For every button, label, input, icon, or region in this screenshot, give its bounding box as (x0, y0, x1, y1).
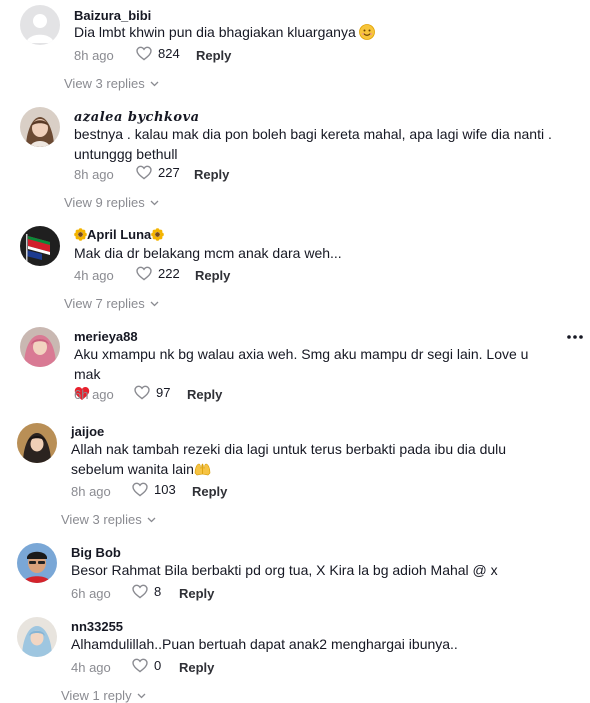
heart-outline-icon (132, 584, 148, 599)
comment-timestamp: 6h ago (74, 387, 114, 402)
comment-timestamp: 4h ago (71, 660, 111, 675)
comment-text-body: Aku xmampu nk bg walau axia weh. Smg aku… (74, 346, 529, 382)
view-replies-button[interactable]: View 7 replies (64, 296, 159, 311)
user-photo-avatar (17, 543, 57, 583)
reply-button[interactable]: Reply (179, 586, 214, 601)
view-replies-button[interactable]: View 9 replies (64, 195, 159, 210)
avatar[interactable] (20, 107, 60, 147)
comment-timestamp: 4h ago (74, 268, 114, 283)
like-count: 103 (154, 482, 176, 497)
chevron-down-icon (150, 301, 159, 306)
view-replies-label: View 9 replies (64, 195, 145, 210)
comment-timestamp: 8h ago (74, 167, 114, 182)
like-button[interactable]: 103 (132, 482, 176, 497)
avatar[interactable] (17, 617, 57, 657)
like-count: 222 (158, 266, 180, 281)
reply-button[interactable]: Reply (179, 660, 214, 675)
reply-button[interactable]: Reply (195, 268, 230, 283)
comment-text: Dia lmbt khwin pun dia bhagiakan kluarga… (74, 22, 554, 42)
heart-outline-icon (134, 385, 150, 400)
smiling-face-icon (358, 24, 375, 40)
comment-text: Alhamdulillah..Puan bertuah dapat anak2 … (71, 636, 458, 652)
comment-username[interactable]: azalea bychkova (74, 110, 200, 125)
comment-username-text: April Luna (87, 227, 152, 242)
user-photo-avatar (17, 423, 57, 463)
reply-button[interactable]: Reply (187, 387, 222, 402)
like-count: 227 (158, 165, 180, 180)
view-replies-label: View 3 replies (61, 512, 142, 527)
chevron-down-icon (150, 200, 159, 205)
avatar[interactable] (20, 226, 60, 266)
chevron-down-icon (150, 81, 159, 86)
like-button[interactable]: 824 (136, 46, 180, 61)
sunflower-icon (74, 228, 87, 241)
view-replies-label: View 3 replies (64, 76, 145, 91)
comment-timestamp: 8h ago (71, 484, 111, 499)
comment-username[interactable]: Big Bob (71, 545, 121, 560)
heart-outline-icon (136, 266, 152, 281)
user-photo-avatar (17, 617, 57, 657)
like-button[interactable]: 222 (136, 266, 180, 281)
comment-username[interactable]: jaijoe (71, 424, 104, 439)
like-button[interactable]: 0 (132, 658, 161, 673)
comment-text-body: Allah nak tambah rezeki dia lagi untuk t… (71, 441, 507, 477)
comment-username[interactable]: nn33255 (71, 619, 123, 634)
like-count: 0 (154, 658, 162, 673)
heart-outline-icon (136, 46, 152, 61)
comment-text-body: Dia lmbt khwin pun dia bhagiakan kluarga… (74, 24, 356, 40)
user-photo-avatar (20, 327, 60, 367)
comment-username[interactable]: April Luna (74, 227, 165, 242)
like-button[interactable]: 97 (134, 385, 170, 400)
like-count: 824 (158, 46, 180, 61)
comment-username[interactable]: merieya88 (74, 329, 138, 344)
palms-up-icon (194, 463, 211, 476)
more-horizontal-icon[interactable] (565, 332, 585, 342)
chevron-down-icon (147, 517, 156, 522)
comment-text: Mak dia dr belakang mcm anak dara weh... (74, 245, 342, 261)
avatar[interactable] (20, 327, 60, 367)
comment-text: Besor Rahmat Bila berbakti pd org tua, X… (71, 562, 498, 578)
like-button[interactable]: 227 (136, 165, 180, 180)
heart-outline-icon (132, 482, 148, 497)
comment-text: Allah nak tambah rezeki dia lagi untuk t… (71, 439, 551, 479)
comment-text: bestnya . kalau mak dia pon boleh bagi k… (74, 126, 552, 162)
reply-button[interactable]: Reply (192, 484, 227, 499)
reply-button[interactable]: Reply (194, 167, 229, 182)
view-replies-button[interactable]: View 3 replies (64, 76, 159, 91)
like-count: 97 (156, 385, 171, 400)
user-photo-avatar (20, 107, 60, 147)
avatar[interactable] (20, 5, 60, 45)
reply-button[interactable]: Reply (196, 48, 231, 63)
comment-username[interactable]: Baizura_bibi (74, 8, 151, 23)
avatar[interactable] (17, 423, 57, 463)
comment-timestamp: 8h ago (74, 48, 114, 63)
default-avatar-icon (20, 5, 60, 45)
view-replies-button[interactable]: View 3 replies (61, 512, 156, 527)
view-replies-label: View 7 replies (64, 296, 145, 311)
avatar[interactable] (17, 543, 57, 583)
flag-avatar (20, 226, 60, 266)
like-button[interactable]: 8 (132, 584, 161, 599)
sunflower-icon (151, 228, 165, 241)
comment-timestamp: 6h ago (71, 586, 111, 601)
heart-outline-icon (132, 658, 148, 673)
heart-outline-icon (136, 165, 152, 180)
like-count: 8 (154, 584, 162, 599)
